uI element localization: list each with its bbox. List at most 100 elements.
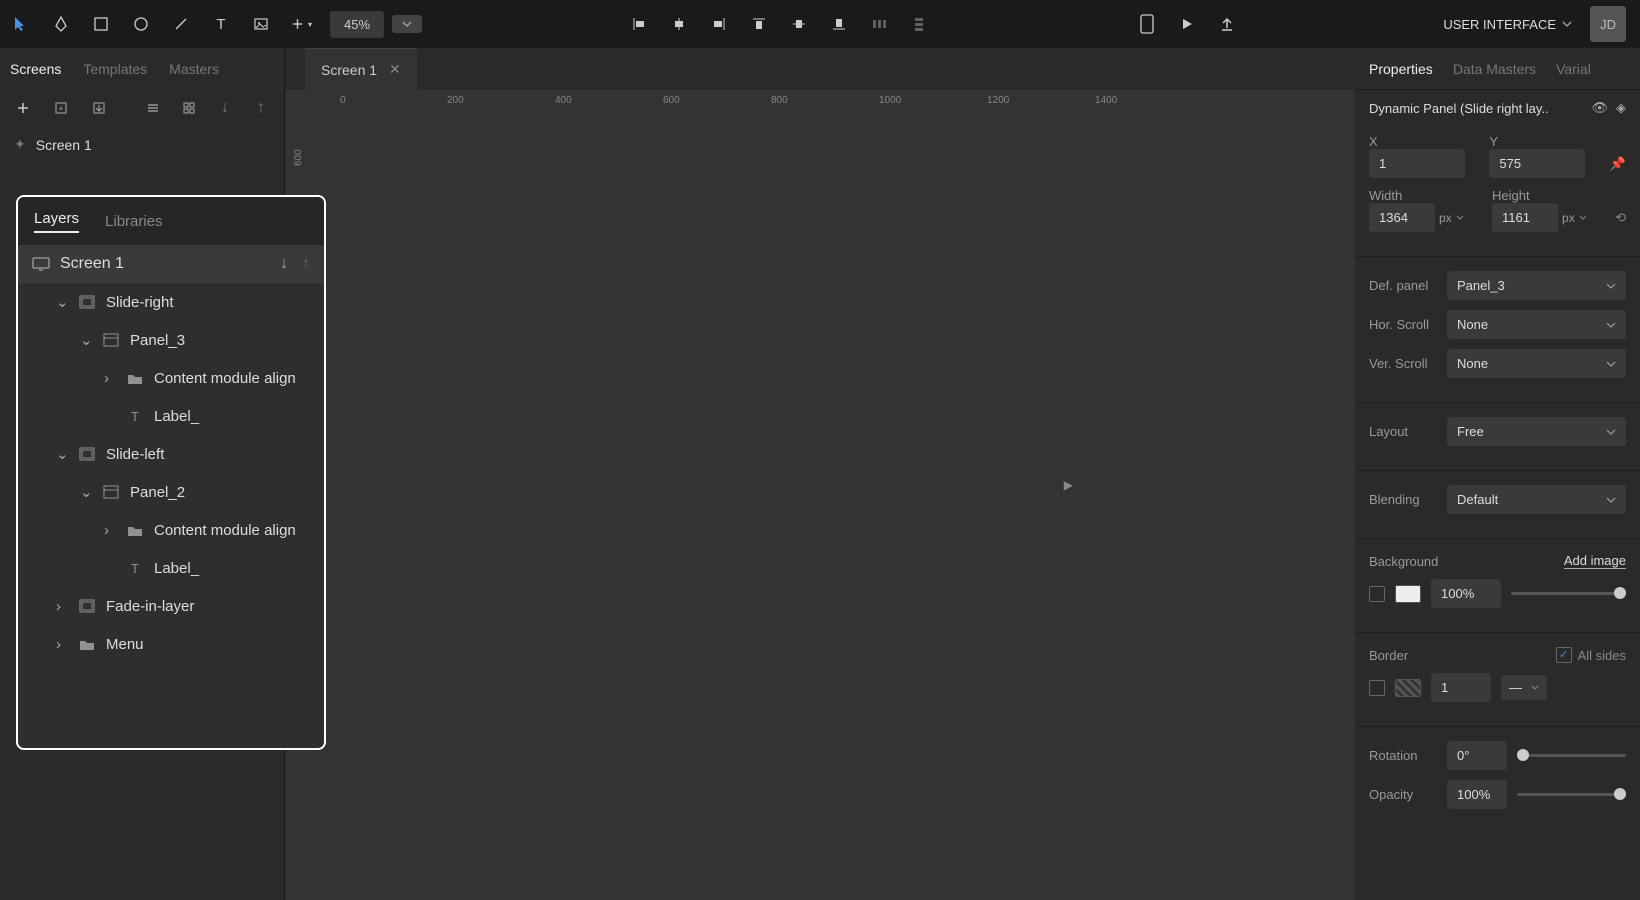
background-opacity-input[interactable] [1431,579,1501,608]
list-view-icon[interactable] [142,97,164,119]
align-center-v-icon[interactable] [788,13,810,35]
eye-off-icon[interactable]: 👁 [1591,100,1608,116]
caret-right-icon[interactable]: › [104,522,116,539]
align-bottom-icon[interactable] [828,13,850,35]
sort-up-icon[interactable]: ↑ [250,97,272,119]
tab-libraries[interactable]: Libraries [105,213,163,230]
layer-item[interactable]: › Content module align [18,511,324,549]
close-tab-icon[interactable]: ✕ [389,61,401,78]
device-preview-icon[interactable] [1136,13,1158,35]
blending-select[interactable]: Default [1447,485,1626,514]
background-opacity-slider[interactable] [1511,592,1626,595]
ver-scroll-select[interactable]: None [1447,349,1626,378]
def-panel-select[interactable]: Panel_3 [1447,271,1626,300]
user-avatar[interactable]: JD [1590,6,1626,42]
width-input[interactable] [1369,203,1435,232]
border-style-select[interactable]: — [1501,675,1547,700]
layer-item[interactable]: ›Fade-in-layer [18,587,324,625]
border-enable-checkbox[interactable] [1369,680,1385,696]
layer-label: Content module align [154,522,296,539]
layer-root[interactable]: Screen 1 ↓ ↑ [18,245,324,283]
collapse-all-icon[interactable]: ↑ [302,255,310,273]
text-tool-icon[interactable]: T [210,13,232,35]
align-center-h-icon[interactable] [668,13,690,35]
tab-templates[interactable]: Templates [83,61,147,77]
document-tab[interactable]: Screen 1 ✕ [305,48,417,90]
caret-down-icon[interactable]: ⌄ [56,445,68,463]
caret-right-icon[interactable]: › [104,370,116,387]
layout-label: Layout [1369,424,1437,439]
caret-down-icon[interactable]: ⌄ [80,483,92,501]
opacity-label: Opacity [1369,787,1437,802]
zoom-dropdown[interactable] [392,15,422,33]
layer-item[interactable]: ⌄Slide-left [18,435,324,473]
expand-all-icon[interactable]: ↓ [280,255,288,273]
properties-panel: Properties Data Masters Varial Dynamic P… [1355,48,1640,900]
width-unit[interactable]: px [1439,211,1452,225]
height-unit[interactable]: px [1562,211,1575,225]
line-tool-icon[interactable] [170,13,192,35]
tab-screens[interactable]: Screens [10,61,61,77]
align-top-icon[interactable] [748,13,770,35]
grid-view-icon[interactable] [178,97,200,119]
layer-item[interactable]: TLabel_ [18,549,324,587]
play-icon[interactable] [1176,13,1198,35]
link-dimensions-icon[interactable]: ⟲ [1615,210,1626,226]
import-screen-icon[interactable] [88,97,110,119]
align-right-icon[interactable] [708,13,730,35]
svg-text:T: T [131,561,139,575]
layer-item[interactable]: ›Menu [18,625,324,663]
ellipse-tool-icon[interactable] [130,13,152,35]
all-sides-checkbox[interactable] [1556,647,1572,663]
distribute-v-icon[interactable] [908,13,930,35]
align-left-icon[interactable] [628,13,650,35]
border-color-swatch[interactable] [1395,679,1421,697]
tab-layers[interactable]: Layers [34,210,79,233]
zoom-level[interactable]: 45% [330,11,384,38]
expand-panel-caret[interactable]: ▶ [1064,478,1073,492]
opacity-slider[interactable] [1517,793,1626,796]
pin-icon[interactable]: 📌 [1610,156,1626,172]
image-tool-icon[interactable] [250,13,272,35]
add-tool-icon[interactable]: ▾ [290,13,312,35]
layer-item[interactable]: TLabel_ [18,397,324,435]
rotation-input[interactable] [1447,741,1507,770]
pointer-tool-icon[interactable] [10,13,32,35]
layer-item[interactable]: ⌄Panel_2 [18,473,324,511]
caret-down-icon[interactable]: ⌄ [80,331,92,349]
layer-item[interactable]: ⌄Slide-right [18,283,324,321]
project-name-dropdown[interactable]: USER INTERFACE [1443,17,1572,32]
rotation-slider[interactable] [1517,754,1626,757]
background-enable-checkbox[interactable] [1369,586,1385,602]
pen-tool-icon[interactable] [50,13,72,35]
add-image-link[interactable]: Add image [1564,553,1626,569]
y-input[interactable] [1489,149,1585,178]
tab-data-masters[interactable]: Data Masters [1453,61,1536,77]
layer-item[interactable]: ⌄Panel_3 [18,321,324,359]
caret-down-icon[interactable]: ⌄ [56,293,68,311]
tab-properties[interactable]: Properties [1369,61,1433,77]
add-screen-icon[interactable] [12,97,34,119]
upload-icon[interactable] [1216,13,1238,35]
layers-icon[interactable]: ◈ [1616,100,1626,116]
height-input[interactable] [1492,203,1558,232]
background-color-swatch[interactable] [1395,585,1421,603]
rectangle-tool-icon[interactable] [90,13,112,35]
hor-scroll-select[interactable]: None [1447,310,1626,339]
new-screen-icon[interactable]: + [50,97,72,119]
border-width-input[interactable] [1431,673,1491,702]
layer-type-icon [78,597,96,615]
screen-list-item[interactable]: ✦ Screen 1 [0,126,284,163]
distribute-h-icon[interactable] [868,13,890,35]
layer-item[interactable]: ›Content module align [18,359,324,397]
sort-down-icon[interactable]: ↓ [214,97,236,119]
caret-right-icon[interactable]: › [56,636,68,653]
caret-right-icon[interactable]: › [56,598,68,615]
x-input[interactable] [1369,149,1465,178]
y-label: Y [1489,134,1599,149]
opacity-input[interactable] [1447,780,1507,809]
tab-variables[interactable]: Varial [1556,61,1591,77]
layer-label: Label_ [154,408,199,425]
tab-masters[interactable]: Masters [169,61,219,77]
layout-select[interactable]: Free [1447,417,1626,446]
